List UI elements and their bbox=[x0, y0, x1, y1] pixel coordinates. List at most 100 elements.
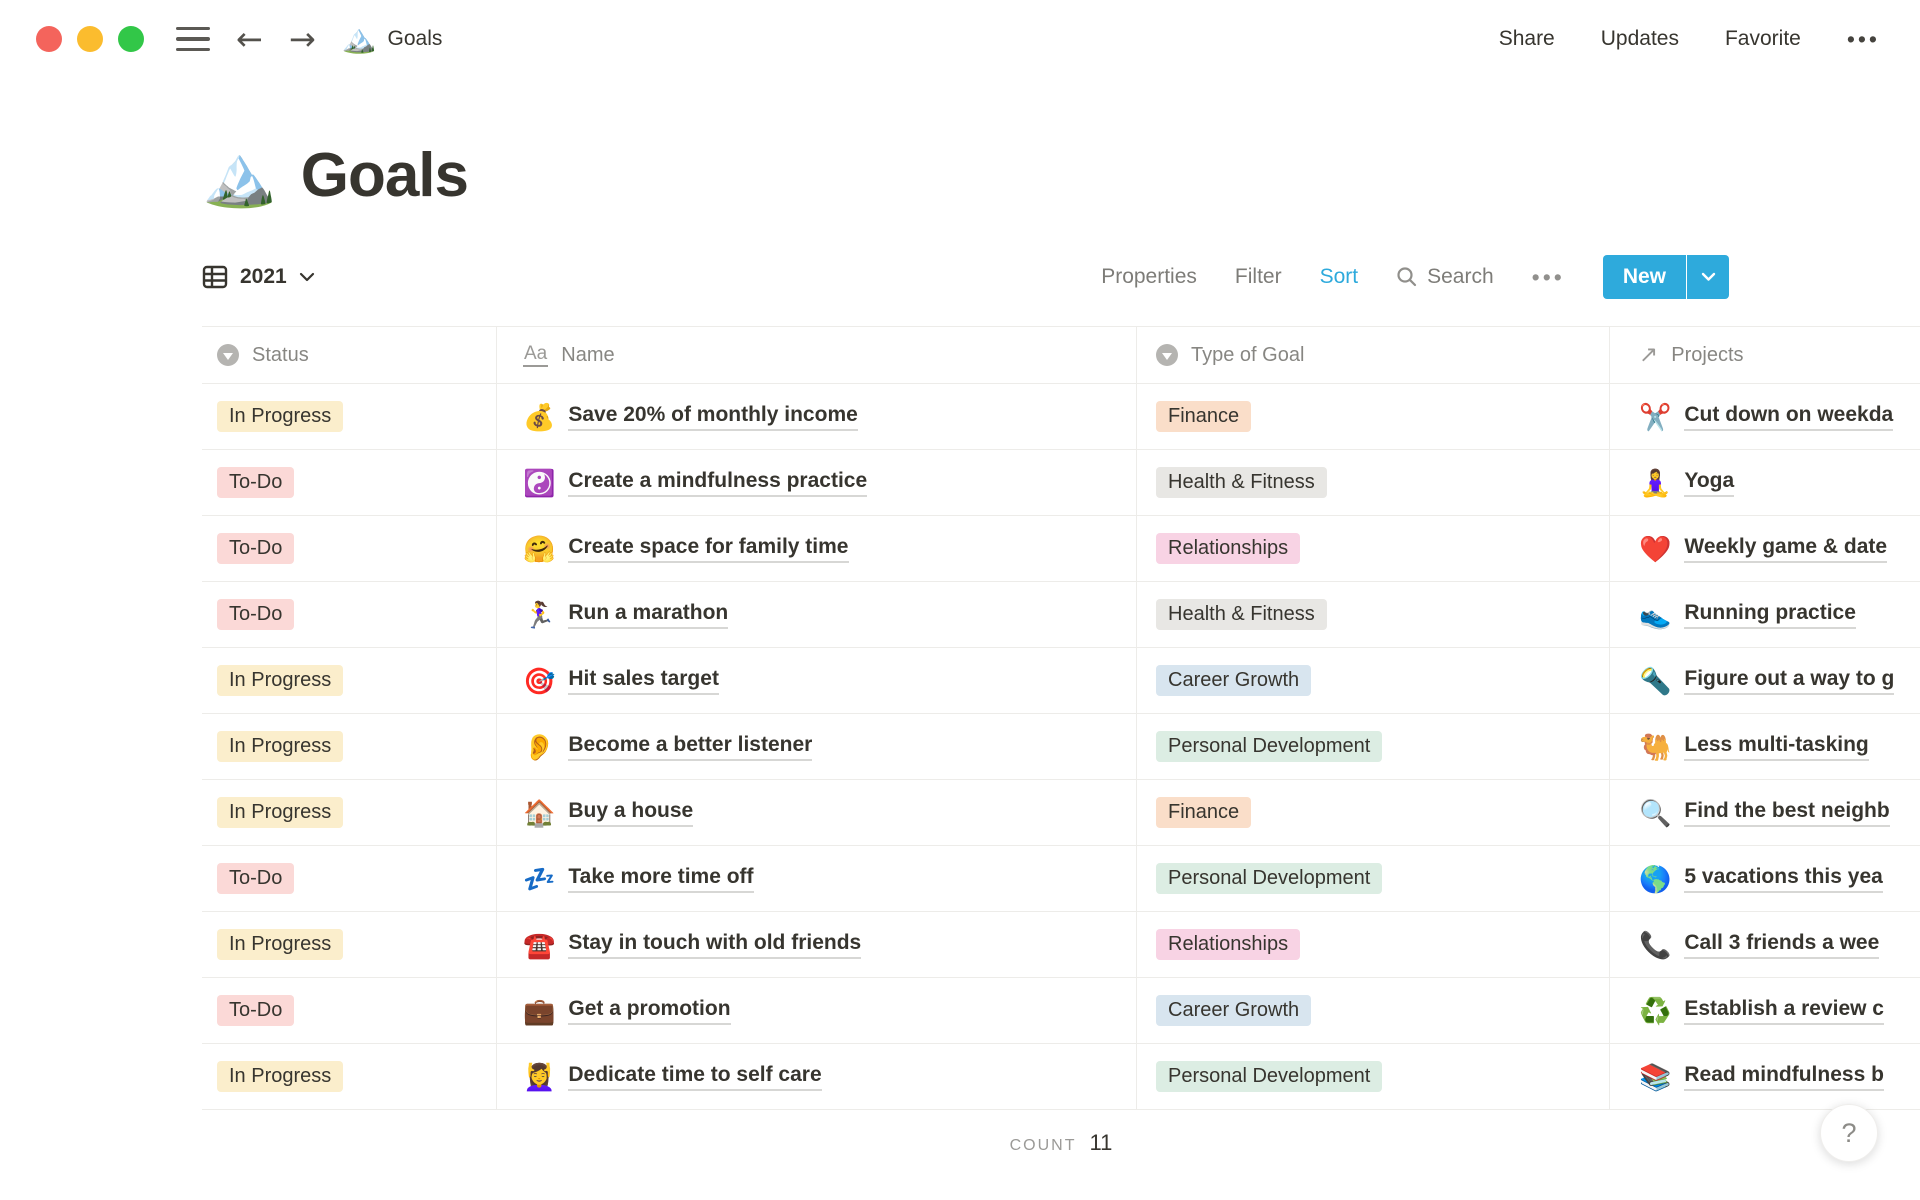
name-cell[interactable]: 💼 Get a promotion bbox=[497, 978, 1137, 1043]
status-cell[interactable]: In Progress bbox=[202, 714, 497, 779]
type-badge[interactable]: Personal Development bbox=[1156, 731, 1383, 762]
type-badge[interactable]: Health & Fitness bbox=[1156, 467, 1327, 498]
projects-cell[interactable]: 👟 Running practice bbox=[1610, 582, 1920, 647]
type-badge[interactable]: Personal Development bbox=[1156, 1061, 1383, 1092]
new-button-dropdown[interactable] bbox=[1687, 255, 1729, 299]
column-header-status[interactable]: Status bbox=[202, 327, 497, 383]
type-of-goal-cell[interactable]: Relationships bbox=[1137, 912, 1610, 977]
type-of-goal-cell[interactable]: Health & Fitness bbox=[1137, 582, 1610, 647]
status-badge[interactable]: In Progress bbox=[217, 401, 344, 432]
project-name-link[interactable]: Weekly game & date bbox=[1684, 535, 1888, 563]
status-badge[interactable]: To-Do bbox=[217, 533, 295, 564]
breadcrumb[interactable]: 🏔️ Goals bbox=[342, 25, 443, 53]
projects-cell[interactable]: 🔦 Figure out a way to g bbox=[1610, 648, 1920, 713]
close-window-button[interactable] bbox=[36, 26, 62, 52]
view-more-options-icon[interactable]: ••• bbox=[1532, 264, 1565, 291]
project-name-link[interactable]: Call 3 friends a wee bbox=[1684, 931, 1880, 959]
zoom-window-button[interactable] bbox=[118, 26, 144, 52]
project-name-link[interactable]: Yoga bbox=[1684, 469, 1735, 497]
name-cell[interactable]: 💤 Take more time off bbox=[497, 846, 1137, 911]
help-button[interactable]: ? bbox=[1820, 1104, 1878, 1162]
type-of-goal-cell[interactable]: Finance bbox=[1137, 780, 1610, 845]
more-options-icon[interactable]: ••• bbox=[1847, 26, 1880, 53]
status-cell[interactable]: In Progress bbox=[202, 384, 497, 449]
new-button[interactable]: New bbox=[1602, 255, 1686, 299]
project-name-link[interactable]: Less multi-tasking bbox=[1684, 733, 1869, 761]
project-name-link[interactable]: Establish a review c bbox=[1684, 997, 1884, 1025]
status-badge[interactable]: In Progress bbox=[217, 731, 344, 762]
share-button[interactable]: Share bbox=[1499, 27, 1555, 51]
name-cell[interactable]: 🏃‍♀️ Run a marathon bbox=[497, 582, 1137, 647]
type-badge[interactable]: Health & Fitness bbox=[1156, 599, 1327, 630]
back-icon[interactable]: ← bbox=[236, 23, 263, 55]
projects-cell[interactable]: 📞 Call 3 friends a wee bbox=[1610, 912, 1920, 977]
goal-name-link[interactable]: Dedicate time to self care bbox=[568, 1063, 822, 1091]
project-name-link[interactable]: Running practice bbox=[1684, 601, 1856, 629]
status-cell[interactable]: In Progress bbox=[202, 1044, 497, 1109]
name-cell[interactable]: 💰 Save 20% of monthly income bbox=[497, 384, 1137, 449]
projects-cell[interactable]: 🐫 Less multi-tasking bbox=[1610, 714, 1920, 779]
type-of-goal-cell[interactable]: Personal Development bbox=[1137, 846, 1610, 911]
type-of-goal-cell[interactable]: Relationships bbox=[1137, 516, 1610, 581]
projects-cell[interactable]: 🧘‍♀️ Yoga bbox=[1610, 450, 1920, 515]
status-badge[interactable]: To-Do bbox=[217, 995, 295, 1026]
favorite-button[interactable]: Favorite bbox=[1725, 27, 1801, 51]
updates-button[interactable]: Updates bbox=[1601, 27, 1679, 51]
projects-cell[interactable]: ✂️ Cut down on weekda bbox=[1610, 384, 1920, 449]
projects-cell[interactable]: 🔍 Find the best neighb bbox=[1610, 780, 1920, 845]
type-badge[interactable]: Relationships bbox=[1156, 533, 1301, 564]
name-cell[interactable]: 🏠 Buy a house bbox=[497, 780, 1137, 845]
goal-name-link[interactable]: Run a marathon bbox=[568, 601, 729, 629]
minimize-window-button[interactable] bbox=[77, 26, 103, 52]
type-of-goal-cell[interactable]: Finance bbox=[1137, 384, 1610, 449]
goal-name-link[interactable]: Get a promotion bbox=[568, 997, 731, 1025]
type-of-goal-cell[interactable]: Health & Fitness bbox=[1137, 450, 1610, 515]
status-badge[interactable]: In Progress bbox=[217, 665, 344, 696]
column-header-name[interactable]: Aa Name bbox=[497, 327, 1137, 383]
type-badge[interactable]: Career Growth bbox=[1156, 665, 1312, 696]
status-badge[interactable]: To-Do bbox=[217, 467, 295, 498]
status-badge[interactable]: In Progress bbox=[217, 929, 344, 960]
status-badge[interactable]: In Progress bbox=[217, 797, 344, 828]
name-cell[interactable]: ☎️ Stay in touch with old friends bbox=[497, 912, 1137, 977]
status-cell[interactable]: To-Do bbox=[202, 516, 497, 581]
name-cell[interactable]: 💆‍♀️ Dedicate time to self care bbox=[497, 1044, 1137, 1109]
projects-cell[interactable]: ♻️ Establish a review c bbox=[1610, 978, 1920, 1043]
type-of-goal-cell[interactable]: Personal Development bbox=[1137, 1044, 1610, 1109]
column-header-type-of-goal[interactable]: Type of Goal bbox=[1137, 327, 1610, 383]
status-badge[interactable]: To-Do bbox=[217, 599, 295, 630]
type-of-goal-cell[interactable]: Personal Development bbox=[1137, 714, 1610, 779]
table-footer[interactable]: COUNT 11 bbox=[202, 1130, 1920, 1156]
page-title[interactable]: Goals bbox=[301, 140, 469, 211]
properties-button[interactable]: Properties bbox=[1101, 265, 1197, 289]
status-badge[interactable]: In Progress bbox=[217, 1061, 344, 1092]
name-cell[interactable]: ☯️ Create a mindfulness practice bbox=[497, 450, 1137, 515]
project-name-link[interactable]: Cut down on weekda bbox=[1684, 403, 1894, 431]
type-badge[interactable]: Finance bbox=[1156, 797, 1252, 828]
type-badge[interactable]: Personal Development bbox=[1156, 863, 1383, 894]
status-cell[interactable]: To-Do bbox=[202, 846, 497, 911]
goal-name-link[interactable]: Stay in touch with old friends bbox=[568, 931, 862, 959]
goal-name-link[interactable]: Save 20% of monthly income bbox=[568, 403, 858, 431]
project-name-link[interactable]: Find the best neighb bbox=[1684, 799, 1890, 827]
project-name-link[interactable]: 5 vacations this yea bbox=[1684, 865, 1883, 893]
goal-name-link[interactable]: Become a better listener bbox=[568, 733, 813, 761]
status-cell[interactable]: In Progress bbox=[202, 648, 497, 713]
name-cell[interactable]: 👂 Become a better listener bbox=[497, 714, 1137, 779]
goal-name-link[interactable]: Take more time off bbox=[568, 865, 754, 893]
search-button[interactable]: Search bbox=[1396, 265, 1494, 289]
projects-cell[interactable]: ❤️ Weekly game & date bbox=[1610, 516, 1920, 581]
type-of-goal-cell[interactable]: Career Growth bbox=[1137, 978, 1610, 1043]
sort-button[interactable]: Sort bbox=[1320, 265, 1359, 289]
status-badge[interactable]: To-Do bbox=[217, 863, 295, 894]
status-cell[interactable]: In Progress bbox=[202, 912, 497, 977]
page-mountain-emoji-icon[interactable]: 🏔️ bbox=[202, 145, 277, 206]
status-cell[interactable]: In Progress bbox=[202, 780, 497, 845]
goal-name-link[interactable]: Create a mindfulness practice bbox=[568, 469, 868, 497]
type-badge[interactable]: Relationships bbox=[1156, 929, 1301, 960]
forward-icon[interactable]: → bbox=[289, 23, 316, 55]
goal-name-link[interactable]: Buy a house bbox=[568, 799, 694, 827]
type-badge[interactable]: Finance bbox=[1156, 401, 1252, 432]
status-cell[interactable]: To-Do bbox=[202, 450, 497, 515]
column-header-projects[interactable]: ↗ Projects bbox=[1610, 327, 1920, 383]
